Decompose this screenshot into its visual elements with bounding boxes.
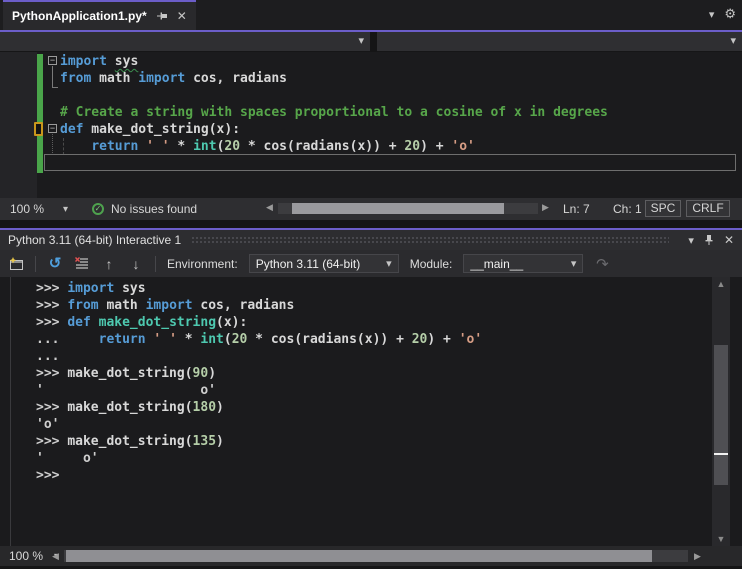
issues-indicator[interactable]: ✓ No issues found [92,201,197,217]
interactive-title: Python 3.11 (64-bit) Interactive 1 [8,233,182,247]
types-dropdown[interactable]: ▾ [0,32,370,52]
repl-margin-line [10,277,11,546]
members-dropdown[interactable]: ▾ [377,32,742,52]
pane-splitter[interactable] [0,220,742,228]
toolbar-separator [155,255,156,272]
redo-arrow-icon: ↷ [596,255,609,273]
tab-python-application[interactable]: PythonApplication1.py* ✕ [3,0,196,30]
editor-zoom-selector[interactable]: 100 % ▾ [6,201,72,217]
close-icon[interactable]: ✕ [724,233,734,247]
toolbar-separator [35,255,36,272]
tab-title: PythonApplication1.py* [12,9,147,23]
pin-icon[interactable] [703,234,715,246]
document-list-chevron-icon[interactable]: ▾ [709,8,715,21]
interactive-bottom-bar: 100 % ▾ ◀ ▶ [0,546,742,566]
scroll-left-icon[interactable]: ◀ [266,202,273,213]
repl-lines[interactable]: >>> import sys >>> from math import cos, … [36,280,482,484]
interactive-vertical-scrollbar[interactable]: ▲ ▼ [712,277,730,546]
editor-options-gear-icon[interactable]: ⚙ [724,6,736,22]
editor-gutter[interactable] [0,52,37,198]
editor-zoom-value: 100 % [10,202,45,216]
code-editor[interactable]: − − import sys from math import cos, radi… [0,52,742,198]
module-label: Module: [409,256,453,271]
scroll-left-icon[interactable]: ◀ [52,551,59,562]
module-dropdown[interactable]: __main__ ▾ [463,254,584,273]
caret-position-marker [34,122,43,136]
fold-region-guide [52,134,54,155]
chevron-down-icon: ▾ [358,35,364,47]
chevron-down-icon: ▾ [62,203,68,215]
history-previous-icon[interactable]: ↑ [101,256,117,272]
environment-dropdown[interactable]: Python 3.11 (64-bit) ▾ [248,254,399,273]
history-next-icon[interactable]: ↓ [128,256,144,272]
column-indicator[interactable]: Ch: 1 [613,202,642,216]
scroll-right-icon[interactable]: ▶ [542,202,549,213]
navigation-bar: ▾ ▾ [0,32,742,52]
editor-horizontal-scrollbar[interactable] [278,203,538,214]
scroll-up-icon[interactable]: ▲ [712,279,730,289]
vertical-scrollbar-thumb[interactable] [714,345,728,485]
fold-collapse-marker[interactable]: − [48,124,57,133]
close-icon[interactable]: ✕ [177,9,187,23]
window-position-chevron-icon[interactable]: ▾ [688,234,694,247]
interactive-toolbar: ↺ ↑ ↓ Environment: Python 3.11 (64-bit) … [0,250,742,277]
scroll-down-icon[interactable]: ▼ [712,534,730,544]
environment-label: Environment: [167,256,238,271]
change-tracking-bar [37,54,43,173]
visual-studio-window: PythonApplication1.py* ✕ ▾ ⚙ ▾ ▾ − − imp… [0,0,742,569]
scrollbar-caret-marker [714,453,728,455]
document-tab-bar: PythonApplication1.py* ✕ ▾ ⚙ [0,0,742,30]
issues-text: No issues found [111,202,198,216]
interactive-repl-area[interactable]: >>> import sys >>> from math import cos, … [0,277,742,546]
editor-status-bar: 100 % ▾ ✓ No issues found ◀ ▶ Ln: 7 Ch: … [0,198,742,220]
spaces-toggle[interactable]: SPC [645,200,681,217]
clear-screen-icon[interactable] [74,256,90,272]
editor-horizontal-scrollbar-thumb[interactable] [292,203,504,214]
interactive-horizontal-scrollbar[interactable] [64,550,688,562]
fold-region-bracket [52,66,58,88]
scroll-right-icon[interactable]: ▶ [694,551,701,562]
line-indicator[interactable]: Ln: 7 [563,202,590,216]
reset-icon[interactable]: ↺ [47,256,63,272]
chevron-down-icon: ▾ [386,258,392,270]
title-bar-drag-texture [191,235,670,245]
no-issues-check-icon: ✓ [92,203,104,215]
chevron-down-icon: ▾ [730,35,736,47]
module-dropdown-value: __main__ [470,256,524,271]
chevron-down-icon: ▾ [570,258,577,270]
editor-code-lines[interactable]: import sys from math import cos, radians #… [60,53,608,172]
interactive-title-bar[interactable]: Python 3.11 (64-bit) Interactive 1 ▾ ✕ [0,230,742,250]
fold-collapse-marker[interactable]: − [48,56,57,65]
line-ending-toggle[interactable]: CRLF [686,200,730,217]
environment-dropdown-value: Python 3.11 (64-bit) [255,256,361,271]
interactive-horizontal-scrollbar-thumb[interactable] [66,550,652,562]
interactive-zoom-value: 100 % [9,549,44,563]
pin-icon[interactable] [156,10,168,22]
configure-environment-icon[interactable] [8,256,24,272]
